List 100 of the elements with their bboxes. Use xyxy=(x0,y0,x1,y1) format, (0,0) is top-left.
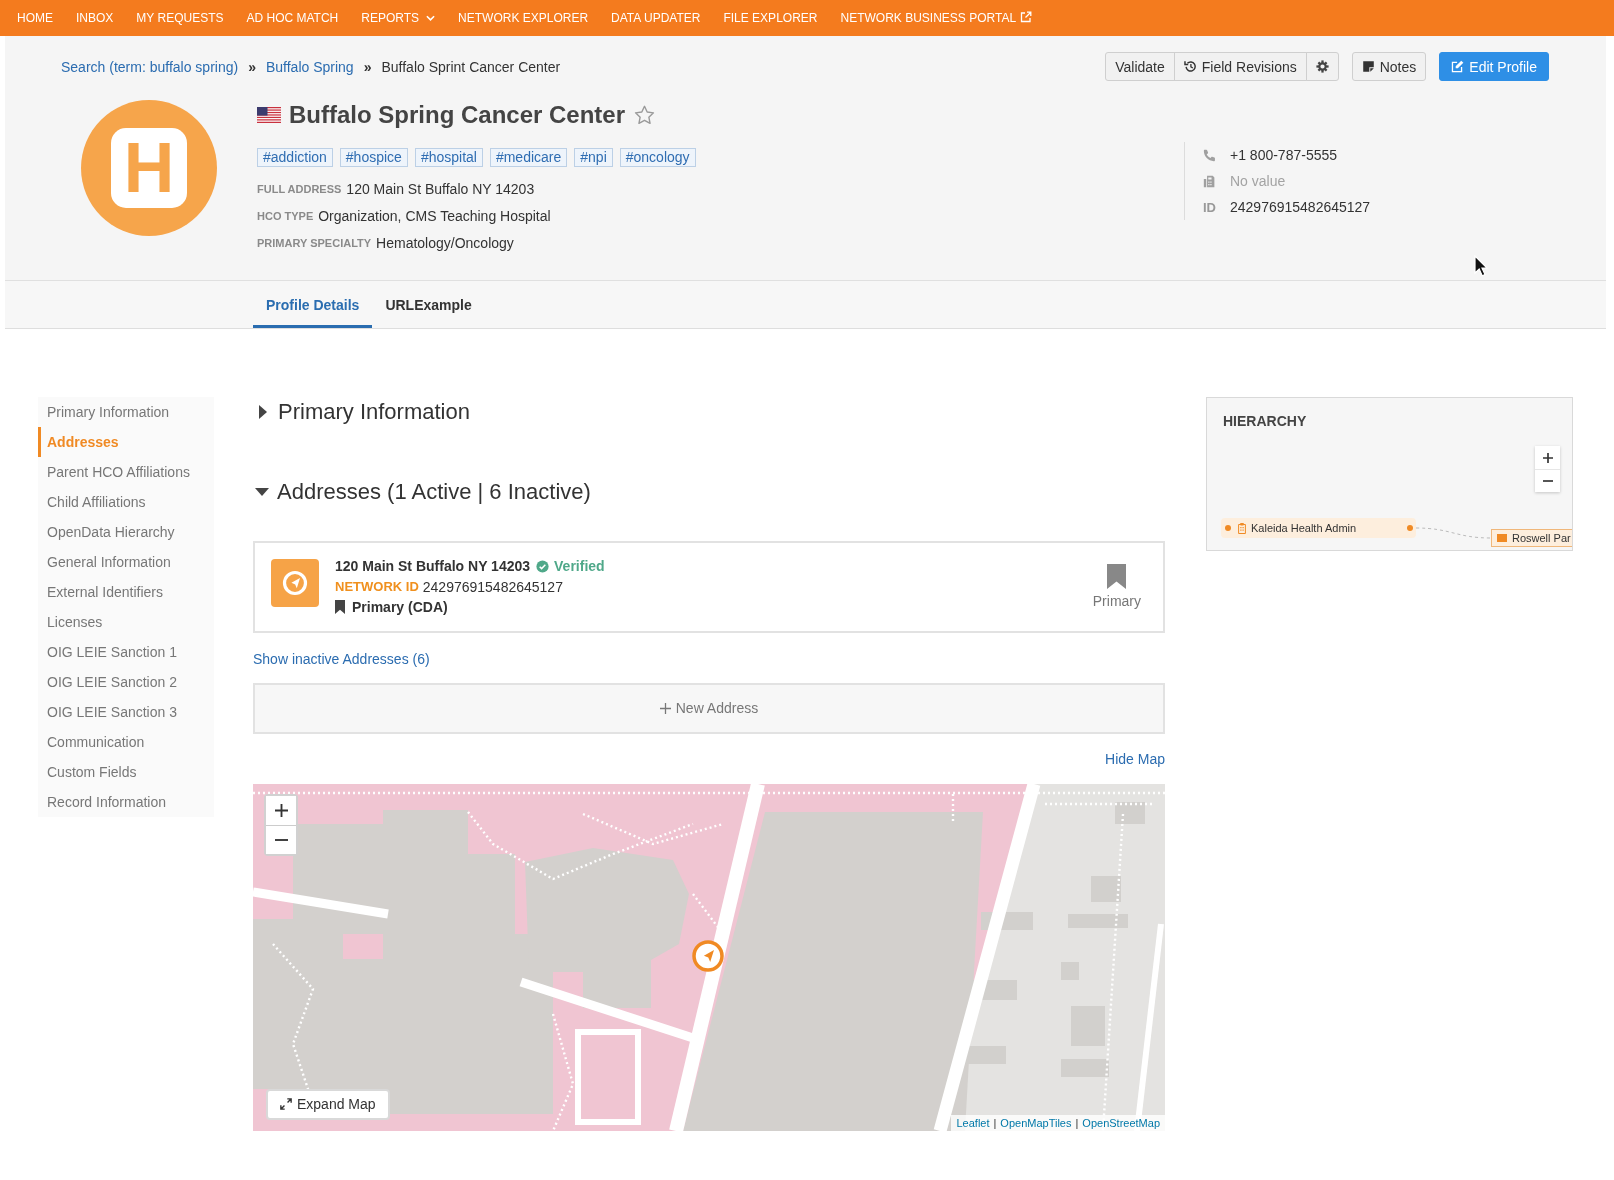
plus-icon xyxy=(659,702,671,714)
check-circle-icon xyxy=(536,559,550,573)
tag[interactable]: #medicare xyxy=(489,148,568,167)
nav-link[interactable]: AD HOC MATCH xyxy=(246,11,339,25)
sidebar-item[interactable]: Primary Information xyxy=(38,397,214,427)
phone-icon xyxy=(1203,148,1216,162)
minus-icon xyxy=(274,838,288,841)
breadcrumb-separator: » xyxy=(363,58,372,75)
hospital-logo: H xyxy=(81,100,217,236)
attribution-separator: | xyxy=(993,1115,997,1131)
expand-map-button[interactable]: Expand Map xyxy=(266,1088,390,1120)
breadcrumb-link[interactable]: Search (term: buffalo spring) xyxy=(61,58,239,75)
settings-icon xyxy=(1315,60,1329,73)
contact-value: No value xyxy=(1230,173,1286,189)
breadcrumb-separator: » xyxy=(248,58,256,75)
note-icon xyxy=(1361,60,1375,73)
history-icon xyxy=(1183,60,1197,73)
hierarchy-node[interactable]: Roswell Par xyxy=(1491,529,1572,547)
caret-down-icon xyxy=(426,15,436,21)
nav-link[interactable]: HOME xyxy=(17,11,53,25)
settings-button[interactable] xyxy=(1305,52,1339,81)
network-id-label: NETWORK ID xyxy=(335,579,419,595)
nav-link[interactable]: MY REQUESTS xyxy=(136,11,224,25)
nav-link[interactable]: FILE EXPLORER xyxy=(723,11,818,25)
network-id: 242976915482645127 xyxy=(422,578,563,595)
notes-button[interactable]: Notes xyxy=(1351,52,1427,81)
sidebar-item[interactable]: OIG LEIE Sanction 2 xyxy=(38,667,214,697)
breadcrumb-link[interactable]: Buffalo Spring xyxy=(265,58,354,75)
sidebar-item[interactable]: Addresses xyxy=(38,427,214,457)
zoom-in-button[interactable] xyxy=(1535,446,1560,469)
tab[interactable]: Profile Details xyxy=(253,281,373,328)
sidebar-item[interactable]: Child Affiliations xyxy=(38,487,214,517)
connector-dot-icon xyxy=(1225,525,1231,531)
attribution-separator: | xyxy=(1075,1115,1079,1131)
attribution-link[interactable]: OpenMapTiles xyxy=(1000,1114,1072,1131)
mouse-cursor-icon xyxy=(1474,255,1488,277)
sidebar-item[interactable]: OpenData Hierarchy xyxy=(38,517,214,547)
nav-link[interactable]: INBOX xyxy=(76,11,114,25)
hierarchy-node[interactable]: Kaleida Health Admin xyxy=(1221,518,1416,538)
sidebar-item[interactable]: General Information xyxy=(38,547,214,577)
plus-icon xyxy=(1542,452,1553,463)
profile-title: Buffalo Spring Cancer Center xyxy=(289,101,626,129)
sidebar-item[interactable]: OIG LEIE Sanction 1 xyxy=(38,637,214,667)
field-label: FULL ADDRESS xyxy=(257,182,342,195)
address-text: 120 Main St Buffalo NY 14203 xyxy=(335,558,531,575)
zoom-out-button[interactable] xyxy=(266,824,296,854)
field-label: HCO TYPE xyxy=(257,209,314,222)
field-value: 120 Main St Buffalo NY 14203 xyxy=(346,180,535,197)
map-marker-icon[interactable] xyxy=(692,939,724,972)
hide-map-link[interactable]: Hide Map xyxy=(1105,749,1165,768)
tag[interactable]: #oncology xyxy=(619,148,696,167)
zoom-out-button[interactable] xyxy=(1535,469,1560,492)
node-label: Roswell Par xyxy=(1512,532,1571,544)
sidebar-item[interactable]: Custom Fields xyxy=(38,757,214,787)
address-type: Primary (CDA) xyxy=(352,599,448,616)
bookmark-icon xyxy=(335,600,345,615)
nav-link[interactable]: REPORTS xyxy=(361,11,436,25)
tag[interactable]: #hospital xyxy=(414,148,483,167)
breadcrumb-current: Buffalo Sprint Cancer Center xyxy=(381,58,561,75)
sidebar-item[interactable]: OIG LEIE Sanction 3 xyxy=(38,697,214,727)
new-address-button[interactable]: New Address xyxy=(253,682,1165,734)
contact-value: +1 800-787-5555 xyxy=(1230,147,1338,163)
sidebar-item[interactable]: Parent HCO Affiliations xyxy=(38,457,214,487)
contact-value: 242976915482645127 xyxy=(1230,199,1371,215)
primary-label: Primary xyxy=(1092,593,1141,609)
flag-icon xyxy=(257,107,281,123)
panel-title: HIERARCHY xyxy=(1223,413,1307,429)
validate-button[interactable]: Validate xyxy=(1105,52,1175,81)
nav-link[interactable]: NETWORK BUSINESS PORTAL xyxy=(840,11,1033,25)
building-icon xyxy=(1497,534,1507,542)
fax-icon xyxy=(1203,174,1216,188)
connector-dot-icon xyxy=(1407,525,1413,531)
attribution-link[interactable]: Leaflet xyxy=(956,1114,990,1131)
nav-link[interactable]: DATA UPDATER xyxy=(611,11,701,25)
external-link-icon xyxy=(1020,10,1033,23)
sidebar-item[interactable]: External Identifiers xyxy=(38,577,214,607)
nav-link[interactable]: NETWORK EXPLORER xyxy=(458,11,589,25)
section-header[interactable]: Primary Information xyxy=(253,397,470,427)
field-revisions-button[interactable]: Field Revisions xyxy=(1173,52,1307,81)
edit-profile-button[interactable]: Edit Profile xyxy=(1439,52,1549,81)
node-label: Kaleida Health Admin xyxy=(1251,522,1357,534)
star-icon[interactable] xyxy=(634,105,656,125)
sidebar-item[interactable]: Record Information xyxy=(38,787,214,817)
field-label: PRIMARY SPECIALTY xyxy=(257,236,372,249)
attribution-link[interactable]: OpenStreetMap xyxy=(1082,1114,1160,1131)
tab[interactable]: URLExample xyxy=(372,281,485,328)
verification-status: Verified xyxy=(554,558,605,575)
id-label: ID xyxy=(1203,199,1216,215)
section-header[interactable]: Addresses (1 Active | 6 Inactive) xyxy=(253,477,591,507)
sidebar-item[interactable]: Communication xyxy=(38,727,214,757)
building-icon xyxy=(1238,522,1246,534)
edit-icon xyxy=(1451,60,1465,73)
expand-icon xyxy=(280,1098,292,1110)
tag[interactable]: #npi xyxy=(574,148,613,167)
minus-icon xyxy=(1542,480,1553,482)
plus-icon xyxy=(274,803,288,817)
sidebar-item[interactable]: Licenses xyxy=(38,607,214,637)
tag[interactable]: #hospice xyxy=(339,148,408,167)
field-value: Hematology/Oncology xyxy=(376,234,514,251)
tag[interactable]: #addiction xyxy=(257,148,333,167)
